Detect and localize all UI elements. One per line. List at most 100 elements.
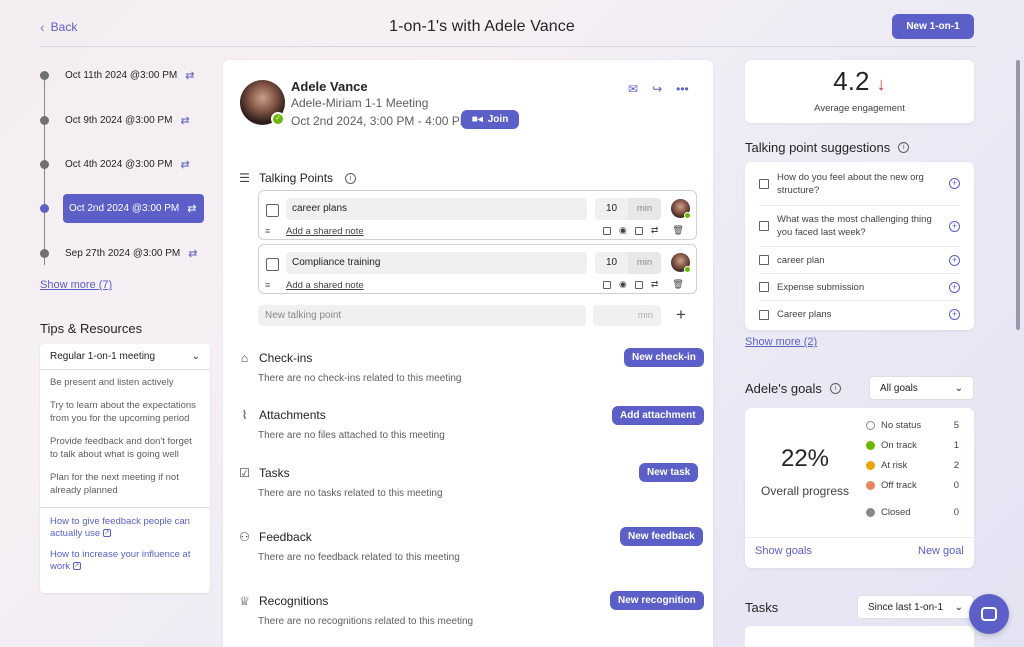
document-icon (759, 282, 769, 292)
goal-status-count: 1 (953, 440, 959, 451)
tip-item: Plan for the next meeting if not already… (50, 472, 179, 496)
delete-icon[interactable]: 🗑 (672, 225, 683, 236)
delete-icon[interactable]: 🗑 (672, 279, 683, 290)
add-icon[interactable]: + (949, 309, 960, 320)
status-dot (866, 508, 875, 517)
new-goal-link[interactable]: New goal (918, 545, 964, 557)
email-icon[interactable]: ✉ (628, 82, 638, 96)
timeline-item[interactable]: Oct 11th 2024 @3:00 PM ⇄ (40, 65, 194, 85)
goal-status-count: 0 (953, 507, 959, 518)
private-checkbox[interactable] (603, 226, 611, 235)
suggestion-text: Expense submission (777, 281, 865, 293)
resource-link[interactable]: How to increase your influence at work ↗ (50, 549, 200, 573)
new-1on1-button[interactable]: New 1-on-1 (892, 14, 974, 39)
goal-status-row: At risk 2 (866, 460, 959, 471)
suggestion-item[interactable]: How do you feel about the new org struct… (759, 162, 960, 206)
carry-over-checkbox[interactable] (634, 226, 643, 235)
suggestion-text: How do you feel about the new org struct… (777, 171, 924, 196)
more-options-icon[interactable]: ••• (676, 82, 689, 96)
timeline-dot (40, 115, 49, 125)
checkins-header: ⌂ Check-ins (238, 351, 312, 365)
info-icon[interactable]: i (829, 383, 841, 394)
goal-status-name: At risk (881, 460, 908, 471)
status-dot (866, 441, 875, 450)
talking-point-card: Compliance training 10 min ≡ Add a share… (258, 244, 697, 294)
document-icon (759, 255, 769, 265)
suggestion-item[interactable]: Career plans + (759, 301, 960, 328)
new-feedback-button[interactable]: New feedback (620, 527, 703, 546)
timeline-item[interactable]: Sep 27th 2024 @3:00 PM ⇄ (40, 243, 197, 263)
add-icon[interactable]: + (949, 281, 960, 293)
recognitions-title: Recognitions (259, 594, 329, 608)
private-checkbox[interactable] (603, 280, 611, 289)
goal-status-count: 5 (953, 420, 959, 431)
new-talking-point-input[interactable]: New talking point (258, 305, 586, 326)
talking-point-checkbox[interactable] (266, 204, 279, 217)
talking-point-minutes-input[interactable]: 10 (595, 198, 628, 220)
suggestions-show-more-link[interactable]: Show more (2) (745, 336, 817, 348)
add-icon[interactable]: + (949, 220, 960, 232)
talking-point-checkbox[interactable] (266, 258, 279, 271)
add-shared-note-link[interactable]: Add a shared note (286, 226, 364, 237)
add-shared-note-link[interactable]: Add a shared note (286, 280, 364, 291)
goals-percent: 22% (780, 445, 830, 472)
timeline-dot (40, 70, 49, 80)
video-camera-icon: ■◂ (471, 114, 483, 125)
external-link-icon: ↗ (102, 529, 111, 538)
talking-point-title-input[interactable]: career plans (286, 198, 587, 220)
timeline-dot-active (40, 203, 49, 213)
info-icon[interactable]: i (345, 172, 357, 184)
timeline-dot (40, 159, 49, 169)
talking-point-minutes-input[interactable]: 10 (595, 252, 628, 274)
join-label: Join (487, 114, 509, 125)
meeting-type-dropdown[interactable]: Regular 1-on-1 meeting ⌄ (40, 344, 210, 370)
goal-status-name: On track (881, 440, 917, 451)
recurring-icon: ⇄ (187, 202, 197, 215)
add-icon[interactable]: + (949, 178, 960, 189)
timeline-item[interactable]: Oct 4th 2024 @3:00 PM ⇄ (40, 154, 190, 174)
chevron-down-icon: ⌄ (954, 601, 963, 613)
join-button[interactable]: ■◂ Join (461, 110, 519, 129)
new-checkin-button[interactable]: New check-in (624, 348, 704, 367)
add-icon[interactable]: + (676, 305, 686, 324)
external-link-icon: ↗ (72, 562, 81, 571)
share-icon[interactable]: ↪ (652, 82, 662, 96)
timeline-show-more-link[interactable]: Show more (7) (40, 279, 112, 291)
talking-point-title-input[interactable]: Compliance training (286, 252, 587, 274)
timeline-item-selected[interactable]: Oct 2nd 2024 @3:00 PM ⇄ (40, 193, 205, 223)
goal-status-row: Closed 0 (866, 507, 959, 518)
suggestion-item[interactable]: What was the most challenging thing you … (759, 206, 960, 247)
suggestion-item[interactable]: Expense submission + (759, 274, 960, 301)
document-icon (759, 178, 769, 189)
timeline-dot (40, 248, 49, 258)
timeline-item[interactable]: Oct 9th 2024 @3:00 PM ⇄ (40, 110, 190, 130)
new-task-button[interactable]: New task (639, 463, 699, 482)
resource-link[interactable]: How to give feedback people can actually… (50, 516, 200, 540)
add-attachment-button[interactable]: Add attachment (612, 406, 704, 425)
tasks-filter-dropdown[interactable]: Since last 1-on-1 ⌄ (857, 595, 974, 619)
presence-dot (684, 266, 691, 273)
recurring-icon: ⇄ (185, 69, 195, 82)
suggestion-item[interactable]: career plan + (759, 247, 960, 274)
scrollbar[interactable] (1016, 60, 1020, 330)
drag-handle-icon[interactable]: ≡ (265, 226, 270, 236)
tasks-panel-card (745, 626, 974, 647)
new-talking-point-minutes-input[interactable]: min (593, 305, 661, 326)
info-icon[interactable]: i (898, 142, 910, 153)
show-goals-link[interactable]: Show goals (755, 545, 812, 557)
new-recognition-button[interactable]: New recognition (610, 591, 704, 610)
goals-filter-dropdown[interactable]: All goals ⌄ (869, 376, 974, 400)
chat-button[interactable] (969, 594, 1009, 634)
carry-over-checkbox[interactable] (634, 280, 643, 289)
feedback-title: Feedback (259, 530, 312, 544)
talking-points-title: Talking Points (259, 171, 334, 185)
drag-handle-icon[interactable]: ≡ (265, 280, 270, 290)
goals-title: Adele's goals (745, 381, 822, 396)
recurring-icon: ⇄ (180, 114, 190, 127)
repeat-icon: ⇄ (650, 279, 659, 289)
suggestions-header: Talking point suggestions i (745, 140, 910, 155)
timeline-date: Sep 27th 2024 @3:00 PM (65, 247, 181, 259)
people-icon: ⚇ (239, 530, 250, 544)
goals-divider (745, 537, 974, 538)
add-icon[interactable]: + (949, 254, 960, 266)
